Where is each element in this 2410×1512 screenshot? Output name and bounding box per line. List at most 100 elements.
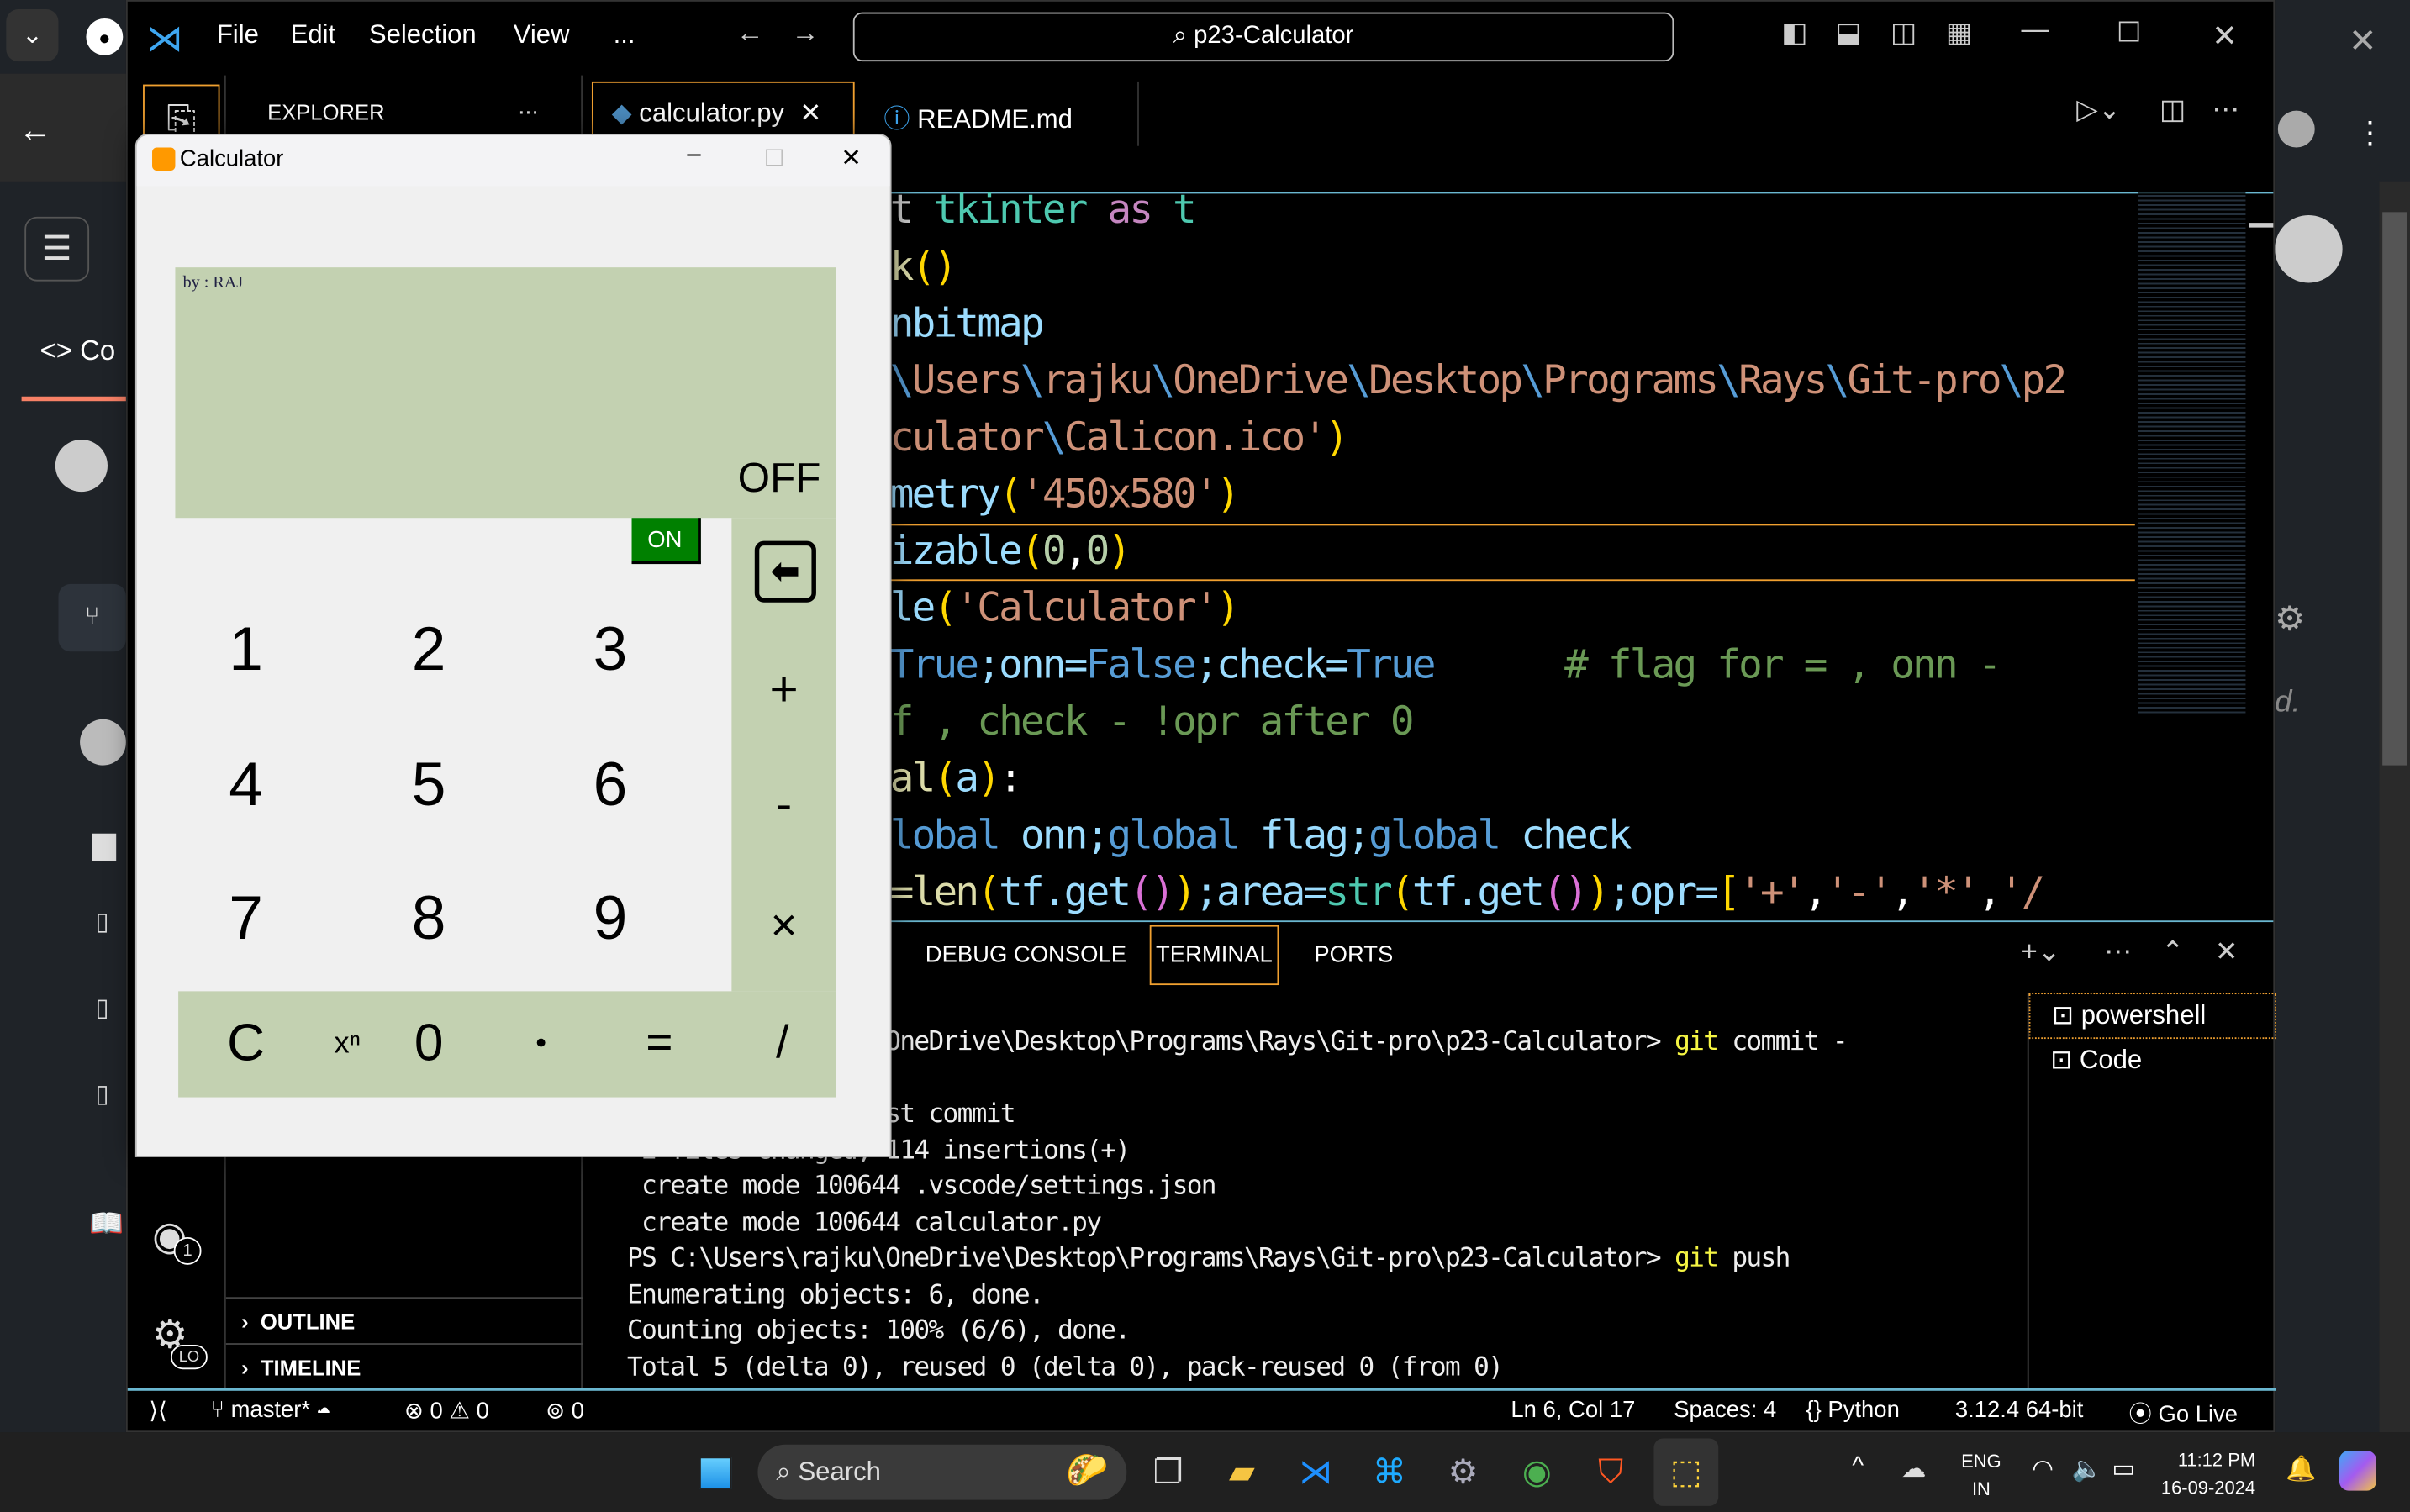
copilot-icon[interactable] [2339,1451,2376,1491]
digit-0-button[interactable]: 0 [382,998,475,1090]
plus-button[interactable]: + [738,642,831,735]
code-editor[interactable]: t tkinter as t k() nbitmap \Users\rajku\One… [890,183,2135,918]
tab-terminal[interactable]: TERMINAL [1149,925,1279,986]
windows-start-icon[interactable] [696,1453,736,1493]
book-icon[interactable]: 📖 [89,1208,124,1240]
minimize-icon[interactable]: – [687,141,700,169]
split-editor-icon[interactable]: ◫ [2160,94,2186,126]
terminal-item-powershell[interactable]: ⊡ powershell [2028,993,2277,1040]
divide-button[interactable]: / [736,998,829,1090]
taskbar-search[interactable]: ⌕ Search 🌮 [757,1444,1127,1500]
menu-more[interactable]: ... [614,20,635,51]
file-explorer-icon[interactable]: ▰ [1215,1445,1270,1500]
digit-9-button[interactable]: 9 [564,873,657,966]
decimal-button[interactable]: • [495,998,588,1090]
python-interpreter[interactable]: 3.12.4 64-bit [1955,1397,2084,1423]
close-icon[interactable]: ✕ [2212,17,2238,55]
file-icon[interactable]: ▯ [95,907,108,938]
tab-list-button[interactable]: ⌄ [6,8,59,62]
problems-status[interactable]: ⊗ 0 ⚠ 0 [404,1397,489,1425]
outline-section[interactable]: › OUTLINE [225,1297,583,1343]
volume-icon[interactable]: 🔈 [2072,1454,2102,1485]
app-icon[interactable]: ⌘ [1362,1445,1417,1500]
terminal-item-code[interactable]: ⊡ Code [2029,1039,2276,1085]
explorer-more-button[interactable]: ... [518,94,538,122]
code-tab[interactable]: <> Co [40,335,116,367]
forward-arrow-icon[interactable]: → [792,17,820,49]
command-center-search[interactable]: ⌕ p23-Calculator [852,12,1674,62]
menu-file[interactable]: File [217,20,259,51]
onedrive-icon[interactable]: ☁ [1901,1454,1926,1485]
tab-ports[interactable]: PORTS [1314,942,1393,968]
language-indicator[interactable]: ENG IN [1961,1447,2001,1503]
maximize-icon[interactable]: ☐ [2117,17,2142,49]
digit-8-button[interactable]: 8 [382,873,475,966]
back-icon[interactable]: ← [18,111,52,151]
battery-icon[interactable]: ▭ [2112,1454,2135,1485]
cursor-position[interactable]: Ln 6, Col 17 [1511,1397,1635,1423]
digit-5-button[interactable]: 5 [382,740,475,832]
new-terminal-icon[interactable]: +⌄ [2021,936,2060,968]
multiply-button[interactable]: × [738,881,831,973]
minimap[interactable] [2138,192,2246,715]
timeline-section[interactable]: › TIMELINE [225,1343,583,1389]
go-live-button[interactable]: ⦿ Go Live [2128,1397,2238,1429]
branch-status[interactable]: ⑂ master* ☁ [211,1397,331,1423]
vscode-taskbar-icon[interactable]: ⋊ [1288,1445,1343,1500]
task-view-icon[interactable]: ❐ [1141,1445,1196,1500]
back-arrow-icon[interactable]: ← [736,17,764,49]
profile-avatar[interactable] [2275,214,2343,283]
hamburger-icon[interactable]: ☰ [24,216,90,282]
on-button[interactable]: ON [631,518,701,565]
scrollbar[interactable] [2379,181,2410,1433]
avatar[interactable] [55,439,108,493]
clock[interactable]: 11:12 PM 16-09-2024 [2161,1446,2255,1502]
file-icon[interactable]: ▯ [95,993,108,1024]
scrollbar[interactable] [2249,223,2274,228]
show-hidden-icons[interactable]: ^ [1852,1454,1864,1482]
customize-layout-icon[interactable]: ▦ [1946,17,1972,49]
maximize-panel-icon[interactable]: ⌃ [2161,936,2185,968]
digit-7-button[interactable]: 7 [200,873,293,966]
python-app-icon[interactable]: ⬚ [1653,1438,1719,1506]
account-icon[interactable]: ◉ 1 [152,1213,202,1265]
github-icon[interactable]: ● [86,18,124,55]
digit-4-button[interactable]: 4 [200,740,293,832]
wifi-icon[interactable]: ◠ [2032,1454,2054,1485]
menu-selection[interactable]: Selection [369,20,477,51]
notification-bell-icon[interactable]: 🔔 [2286,1454,2316,1485]
menu-edit[interactable]: Edit [291,20,336,51]
run-python-icon[interactable]: ▷⌄ [2076,94,2121,126]
digit-1-button[interactable]: 1 [200,604,293,697]
indentation[interactable]: Spaces: 4 [1674,1397,1776,1423]
more-actions-icon[interactable]: ⋯ [2212,94,2239,126]
tab-close-icon[interactable]: ✕ [799,98,821,128]
chrome-icon[interactable]: ◉ [1510,1445,1565,1500]
close-panel-icon[interactable]: ✕ [2215,936,2239,968]
settings-gear-icon[interactable]: ⚙ LO [152,1311,208,1370]
folder-icon[interactable]: ▆ [92,824,116,862]
minus-button[interactable]: - [738,757,831,850]
toggle-sidebar-icon[interactable]: ◧ [1781,17,1807,49]
close-icon[interactable]: ✕ [841,143,862,174]
equals-button[interactable]: = [614,998,706,1090]
close-icon[interactable]: ✕ [2349,22,2377,62]
digit-2-button[interactable]: 2 [382,604,475,697]
settings-icon[interactable]: ⚙ [1436,1445,1491,1500]
clear-button[interactable]: C [200,998,293,1090]
file-icon[interactable]: ▯ [95,1079,108,1110]
digit-3-button[interactable]: 3 [564,604,657,697]
backspace-button[interactable]: ⬅ [754,540,816,603]
gear-icon[interactable]: ⚙ [2275,599,2305,640]
ports-status[interactable]: ⊚ 0 [546,1397,584,1425]
toggle-secondary-sidebar-icon[interactable]: ◫ [1891,17,1917,49]
digit-6-button[interactable]: 6 [564,740,657,832]
toggle-panel-icon[interactable]: ⬓ [1835,17,1861,49]
kebab-menu-icon[interactable]: ⋮ [2355,113,2386,152]
minimize-icon[interactable]: — [2021,13,2049,45]
tab-debug-console[interactable]: DEBUG CONSOLE [926,942,1126,968]
remote-icon[interactable]: ⟩⟨ [149,1397,166,1425]
menu-view[interactable]: View [514,20,570,51]
avatar[interactable] [2277,110,2315,148]
brave-icon[interactable]: ⛉ [1583,1445,1638,1500]
